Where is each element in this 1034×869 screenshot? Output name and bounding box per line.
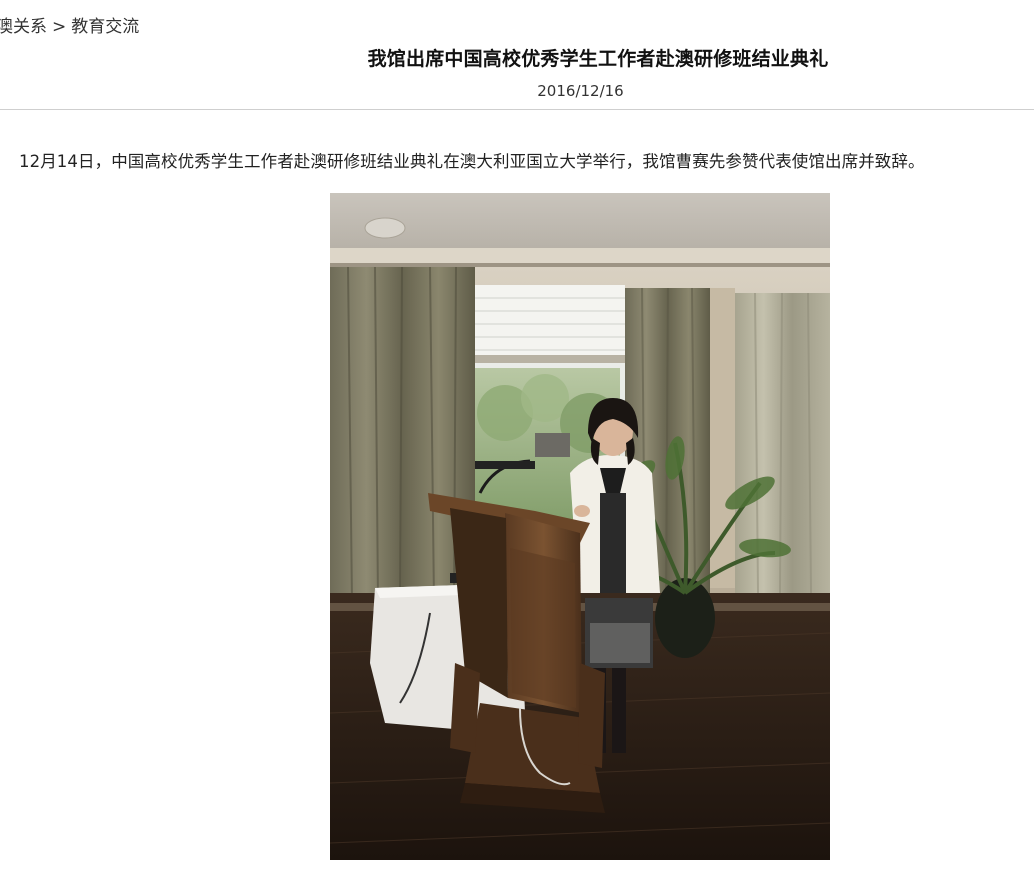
article-paragraph: 12月14日，中国高校优秀学生工作者赴澳研修班结业典礼在澳大利亚国立大学举行，我…	[19, 152, 925, 171]
breadcrumb-item-relations[interactable]: 澳关系	[0, 17, 47, 37]
breadcrumb-item-education[interactable]: 教育交流	[71, 17, 139, 37]
breadcrumb-separator: >	[52, 17, 67, 37]
article-photo	[330, 193, 830, 860]
photo-illustration	[330, 193, 830, 860]
page-title: 我馆出席中国高校优秀学生工作者赴澳研修班结业典礼	[367, 48, 829, 70]
header-divider	[0, 109, 1034, 110]
breadcrumb: 澳关系 > 教育交流	[0, 12, 139, 37]
publish-date: 2016/12/16	[537, 82, 624, 100]
